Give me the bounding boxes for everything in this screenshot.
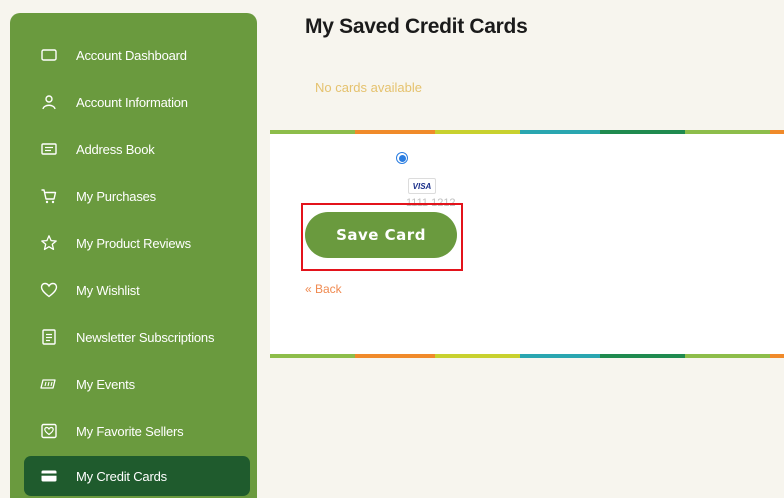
- user-icon: [38, 91, 60, 113]
- favorite-sellers-icon: [38, 420, 60, 442]
- decorative-stripe-top: [270, 130, 784, 134]
- sidebar-item-newsletter-subscriptions[interactable]: Newsletter Subscriptions: [24, 317, 250, 357]
- card-select-radio[interactable]: [396, 152, 408, 164]
- cart-icon: [38, 185, 60, 207]
- dashboard-icon: [38, 44, 60, 66]
- sidebar-item-label: My Purchases: [76, 188, 156, 204]
- sidebar-item-label: Newsletter Subscriptions: [76, 329, 215, 345]
- heart-icon: [38, 279, 60, 301]
- events-icon: [38, 373, 60, 395]
- sidebar-item-label: My Favorite Sellers: [76, 423, 184, 439]
- decorative-stripe-bottom: [270, 354, 784, 358]
- sidebar-item-my-credit-cards[interactable]: My Credit Cards: [24, 456, 250, 496]
- back-link[interactable]: « Back: [305, 282, 342, 296]
- sidebar-item-my-product-reviews[interactable]: My Product Reviews: [24, 223, 250, 263]
- account-sidebar: Account Dashboard Account Information Ad…: [10, 13, 257, 498]
- sidebar-item-address-book[interactable]: Address Book: [24, 129, 250, 169]
- sidebar-item-my-favorite-sellers[interactable]: My Favorite Sellers: [24, 411, 250, 451]
- star-icon: [38, 232, 60, 254]
- sidebar-item-label: Address Book: [76, 141, 155, 157]
- visa-icon: VISA: [408, 178, 436, 194]
- no-cards-message: No cards available: [315, 80, 422, 95]
- sidebar-item-label: My Credit Cards: [76, 468, 167, 484]
- sidebar-item-account-information[interactable]: Account Information: [24, 82, 250, 122]
- sidebar-item-my-wishlist[interactable]: My Wishlist: [24, 270, 250, 310]
- page-title: My Saved Credit Cards: [305, 15, 528, 38]
- sidebar-item-label: My Wishlist: [76, 282, 140, 298]
- save-card-button[interactable]: Save Card: [305, 212, 457, 258]
- sidebar-item-account-dashboard[interactable]: Account Dashboard: [24, 35, 250, 75]
- sidebar-item-label: My Product Reviews: [76, 235, 191, 251]
- sidebar-item-label: Account Dashboard: [76, 47, 187, 63]
- sidebar-item-my-events[interactable]: My Events: [24, 364, 250, 404]
- address-book-icon: [38, 138, 60, 160]
- credit-card-icon: [38, 465, 60, 487]
- radio-selected-dot: [398, 154, 406, 162]
- newsletter-icon: [38, 326, 60, 348]
- sidebar-item-label: My Events: [76, 376, 135, 392]
- sidebar-item-my-purchases[interactable]: My Purchases: [24, 176, 250, 216]
- sidebar-item-label: Account Information: [76, 94, 188, 110]
